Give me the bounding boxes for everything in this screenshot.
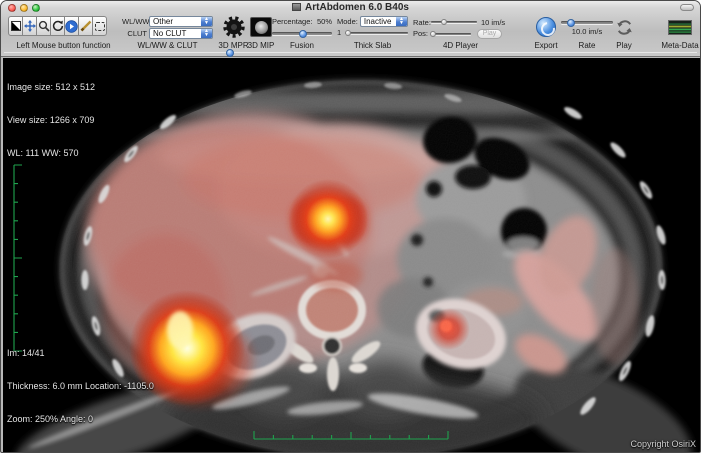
- play-loop-icon: [615, 18, 634, 37]
- player-rate-slider-thumb[interactable]: [441, 19, 447, 25]
- fusion-percentage-value: 50%: [317, 17, 332, 27]
- group-mouse-tools: Left Mouse button function: [8, 16, 119, 50]
- tool-pan-button[interactable]: [22, 16, 37, 36]
- window-title: ArtAbdomen 6.0 B40s: [1, 2, 700, 13]
- dicom-viewport[interactable]: Image size: 512 x 512 View size: 1266 x …: [3, 58, 700, 452]
- mip-button[interactable]: [248, 16, 274, 38]
- overlay-image-size: Image size: 512 x 512: [7, 82, 95, 93]
- overlay-image-index: Im: 14/41: [7, 348, 154, 359]
- rotate-icon: [52, 20, 64, 32]
- clut-popup[interactable]: No CLUT▲▼: [149, 28, 213, 39]
- toolbar-toggle-pill[interactable]: [680, 4, 694, 11]
- group-wlww-clut: WL/WW Other▲▼ CLUT No CLUT▲▼ WL/WW & CLU…: [122, 16, 213, 50]
- play-button[interactable]: [610, 16, 638, 38]
- window-chrome: ArtAbdomen 6.0 B40s: [1, 1, 700, 57]
- tool-rotate-button[interactable]: [50, 16, 65, 36]
- contrast-icon: [11, 21, 21, 31]
- group-thick-slab: Mode: Inactive▲▼ 1 Thick Slab: [337, 16, 408, 50]
- popup-arrows-icon: ▲▼: [396, 17, 407, 26]
- pan-icon: [24, 20, 36, 32]
- player-rate-slider[interactable]: [431, 21, 477, 23]
- scroll-groove: [4, 52, 697, 53]
- mpr-button[interactable]: [220, 16, 247, 38]
- roi-rectangle-icon: [95, 22, 105, 31]
- thick-slab-mode-label: Mode:: [337, 17, 358, 26]
- rate-slider[interactable]: [561, 21, 613, 24]
- group-metadata: Meta-Data: [663, 16, 697, 50]
- player-rate-label: Rate:: [413, 18, 431, 27]
- overlay-thickness-location: Thickness: 6.0 mm Location: -1105.0: [7, 381, 154, 392]
- thick-slab-slider[interactable]: [345, 32, 408, 34]
- cine-play-icon: [65, 20, 78, 33]
- popup-arrows-icon: ▲▼: [201, 17, 212, 26]
- rate-slider-thumb[interactable]: [567, 19, 575, 27]
- overlay-view-size: View size: 1266 x 709: [7, 115, 95, 126]
- measure-line-icon: [80, 20, 92, 32]
- player-rate-value: 10 im/s: [481, 18, 505, 27]
- fusion-percentage-label: Percentage:: [272, 17, 312, 27]
- wlww-popup[interactable]: Other▲▼: [149, 16, 213, 27]
- osirix-viewer-window: ArtAbdomen 6.0 B40s: [0, 0, 701, 453]
- image-scroll-thumb[interactable]: [226, 49, 234, 57]
- metadata-button[interactable]: [663, 16, 697, 38]
- overlay-copyright: Copyright OsiriX: [630, 439, 696, 450]
- player-pos-slider[interactable]: [431, 33, 471, 35]
- tool-cine-button[interactable]: [64, 16, 79, 36]
- fusion-slider[interactable]: [272, 32, 332, 35]
- wlww-label: WL/WW: [122, 17, 147, 26]
- export-button[interactable]: [530, 16, 562, 38]
- group-play: Play: [610, 16, 638, 50]
- popup-arrows-icon: ▲▼: [201, 29, 212, 38]
- document-proxy-icon: [292, 3, 301, 11]
- magnify-icon: [38, 20, 50, 32]
- metadata-table-icon: [668, 20, 692, 35]
- tool-magnify-button[interactable]: [36, 16, 51, 36]
- mip-thumbnail-icon: [250, 17, 272, 37]
- tool-measure-button[interactable]: [78, 16, 93, 36]
- gear-icon: [223, 16, 245, 38]
- thick-slab-mode-popup[interactable]: Inactive▲▼: [360, 16, 408, 27]
- overlay-top-left: Image size: 512 x 512 View size: 1266 x …: [7, 60, 95, 181]
- fusion-slider-thumb[interactable]: [299, 30, 307, 38]
- player-pos-slider-thumb[interactable]: [430, 31, 436, 37]
- player-play-button[interactable]: Play: [477, 29, 502, 39]
- titlebar: ArtAbdomen 6.0 B40s: [1, 1, 700, 14]
- rate-value: 10.0 im/s: [561, 27, 613, 36]
- tool-roi-button[interactable]: [92, 16, 107, 36]
- export-quicktime-icon: [536, 17, 556, 37]
- thick-slab-value: 1: [337, 28, 345, 37]
- player-pos-label: Pos:: [413, 29, 431, 38]
- overlay-bottom-left: Im: 14/41 Thickness: 6.0 mm Location: -1…: [7, 326, 154, 447]
- thick-slab-slider-thumb[interactable]: [345, 30, 351, 36]
- overlay-window-level: WL: 111 WW: 570: [7, 148, 95, 159]
- group-4d-player: Rate: 10 im/s Pos: Play 4D Player: [413, 16, 508, 50]
- clut-label: CLUT: [122, 29, 147, 38]
- tool-wlww-contrast-button[interactable]: [8, 16, 23, 36]
- image-scroll-slider[interactable]: [1, 48, 700, 57]
- overlay-zoom-angle: Zoom: 250% Angle: 0: [7, 414, 154, 425]
